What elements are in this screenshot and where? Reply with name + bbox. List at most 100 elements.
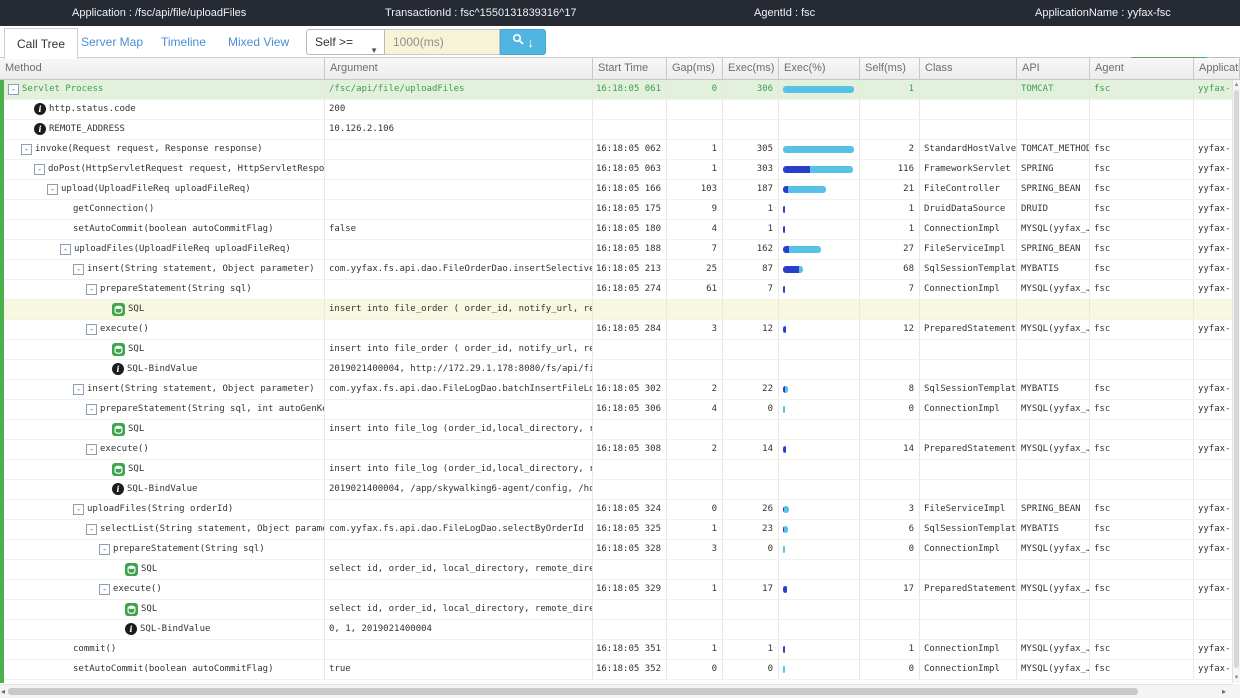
cell-argument: 0, 1, 2019021400004 xyxy=(325,620,593,639)
focused-path-indicator xyxy=(0,80,4,683)
filter-operator-select[interactable]: Self >= ▼ xyxy=(306,29,385,55)
filter-threshold-input[interactable] xyxy=(385,29,500,55)
cell-self xyxy=(860,300,920,319)
table-row[interactable]: getConnection()16:18:05 175911DruidDataS… xyxy=(0,200,1232,220)
table-row[interactable]: ihttp.status.code200 xyxy=(0,100,1232,120)
cell-argument: false xyxy=(325,220,593,239)
scroll-down-arrow[interactable]: ▼ xyxy=(1233,674,1240,682)
cell-exec-percent xyxy=(779,340,860,359)
horizontal-scrollbar[interactable]: ◂ ▸ xyxy=(0,684,1232,698)
table-row[interactable]: SQLinsert into file_order ( order_id, no… xyxy=(0,300,1232,320)
collapse-toggle[interactable]: - xyxy=(73,384,84,395)
table-row[interactable]: iSQL-BindValue0, 1, 2019021400004 xyxy=(0,620,1232,640)
collapse-toggle[interactable]: - xyxy=(21,144,32,155)
table-row[interactable]: iSQL-BindValue2019021400004, http://172.… xyxy=(0,360,1232,380)
indent-spacer xyxy=(99,370,112,371)
tab-server-map[interactable]: Server Map xyxy=(81,26,143,58)
table-row[interactable]: -prepareStatement(String sql, int autoGe… xyxy=(0,400,1232,420)
table-row[interactable]: -upload(UploadFileReq uploadFileReq)16:1… xyxy=(0,180,1232,200)
cell-class: ConnectionImpl xyxy=(920,640,1017,659)
sql-icon xyxy=(125,603,138,616)
table-row[interactable]: SQLselect id, order_id, local_directory,… xyxy=(0,600,1232,620)
vertical-scrollbar-thumb[interactable] xyxy=(1234,90,1239,668)
cell-method: -uploadFiles(UploadFileReq uploadFileReq… xyxy=(0,240,325,259)
collapse-toggle[interactable]: - xyxy=(73,504,84,515)
table-row[interactable]: SQLinsert into file_order ( order_id, no… xyxy=(0,340,1232,360)
exec-percent-bar xyxy=(783,246,821,253)
table-row[interactable]: setAutoCommit(boolean autoCommitFlag)tru… xyxy=(0,660,1232,680)
exec-percent-bar xyxy=(783,546,785,553)
cell-start-time: 16:18:05 166 xyxy=(593,180,667,199)
table-row[interactable]: -insert(String statement, Object paramet… xyxy=(0,380,1232,400)
scroll-left-arrow[interactable]: ◂ xyxy=(1,687,5,697)
table-row[interactable]: -insert(String statement, Object paramet… xyxy=(0,260,1232,280)
table-row[interactable]: -prepareStatement(String sql)16:18:05 27… xyxy=(0,280,1232,300)
col-header-self: Self(ms) xyxy=(860,58,920,79)
table-row[interactable]: -selectList(String statement, Object par… xyxy=(0,520,1232,540)
method-label: prepareStatement(String sql) xyxy=(113,544,265,554)
collapse-toggle[interactable]: - xyxy=(47,184,58,195)
table-row[interactable]: -uploadFiles(String orderId)16:18:05 324… xyxy=(0,500,1232,520)
cell-agent: fsc xyxy=(1090,380,1194,399)
cell-class xyxy=(920,100,1017,119)
tab-timeline[interactable]: Timeline xyxy=(161,26,206,58)
cell-class xyxy=(920,360,1017,379)
cell-start-time: 16:18:05 308 xyxy=(593,440,667,459)
table-row[interactable]: -prepareStatement(String sql)16:18:05 32… xyxy=(0,540,1232,560)
table-row[interactable]: iREMOTE_ADDRESS10.126.2.106 xyxy=(0,120,1232,140)
horizontal-scrollbar-thumb[interactable] xyxy=(8,688,1138,695)
table-row[interactable]: -uploadFiles(UploadFileReq uploadFileReq… xyxy=(0,240,1232,260)
collapse-toggle[interactable]: - xyxy=(34,164,45,175)
table-row[interactable]: -execute()16:18:05 32911717PreparedState… xyxy=(0,580,1232,600)
cell-gap xyxy=(667,300,723,319)
cell-exec: 12 xyxy=(723,320,779,339)
table-row[interactable]: -Servlet Process/fsc/api/file/uploadFile… xyxy=(0,80,1232,100)
cell-exec-percent xyxy=(779,640,860,659)
tab-call-tree[interactable]: Call Tree xyxy=(4,28,78,59)
cell-argument: 10.126.2.106 xyxy=(325,120,593,139)
cell-start-time: 16:18:05 324 xyxy=(593,500,667,519)
exec-percent-bar xyxy=(783,406,785,413)
table-row[interactable]: commit()16:18:05 351111ConnectionImplMYS… xyxy=(0,640,1232,660)
cell-method: -prepareStatement(String sql) xyxy=(0,280,325,299)
collapse-toggle[interactable]: - xyxy=(60,244,71,255)
self-time-bar xyxy=(783,286,785,293)
method-label: doPost(HttpServletRequest request, HttpS… xyxy=(48,164,325,174)
cell-argument xyxy=(325,500,593,519)
cell-exec-percent xyxy=(779,500,860,519)
cell-self xyxy=(860,420,920,439)
vertical-scrollbar[interactable]: ▲ ▼ xyxy=(1232,80,1240,683)
arrow-down-icon: ↓ xyxy=(527,36,534,49)
collapse-toggle[interactable]: - xyxy=(86,444,97,455)
collapse-toggle[interactable]: - xyxy=(86,284,97,295)
cell-start-time: 16:18:05 325 xyxy=(593,520,667,539)
table-row[interactable]: -doPost(HttpServletRequest request, Http… xyxy=(0,160,1232,180)
cell-gap: 1 xyxy=(667,160,723,179)
table-row[interactable]: SQLselect id, order_id, local_directory,… xyxy=(0,560,1232,580)
cell-start-time xyxy=(593,420,667,439)
scroll-up-arrow[interactable]: ▲ xyxy=(1233,81,1240,89)
sql-icon xyxy=(112,303,125,316)
method-label: SQL xyxy=(128,304,144,314)
cell-argument: 2019021400004, http://172.29.1.178:8080/… xyxy=(325,360,593,379)
table-row[interactable]: -invoke(Request request, Response respon… xyxy=(0,140,1232,160)
table-row[interactable]: iSQL-BindValue2019021400004, /app/skywal… xyxy=(0,480,1232,500)
collapse-toggle[interactable]: - xyxy=(86,524,97,535)
cell-exec xyxy=(723,460,779,479)
scroll-right-arrow[interactable]: ▸ xyxy=(1222,687,1226,697)
table-row[interactable]: SQLinsert into file_log (order_id,local_… xyxy=(0,420,1232,440)
collapse-toggle[interactable]: - xyxy=(8,84,19,95)
table-row[interactable]: setAutoCommit(boolean autoCommitFlag)fal… xyxy=(0,220,1232,240)
cell-method: -selectList(String statement, Object par… xyxy=(0,520,325,539)
tab-mixed-view[interactable]: Mixed View xyxy=(228,26,289,58)
search-button[interactable]: ↓ xyxy=(500,29,546,55)
table-row[interactable]: -execute()16:18:05 30821414PreparedState… xyxy=(0,440,1232,460)
collapse-toggle[interactable]: - xyxy=(86,324,97,335)
call-tree-header: MethodArgumentStart TimeGap(ms)Exec(ms)E… xyxy=(0,58,1240,80)
collapse-toggle[interactable]: - xyxy=(99,544,110,555)
collapse-toggle[interactable]: - xyxy=(86,404,97,415)
collapse-toggle[interactable]: - xyxy=(99,584,110,595)
table-row[interactable]: -execute()16:18:05 28431212PreparedState… xyxy=(0,320,1232,340)
table-row[interactable]: SQLinsert into file_log (order_id,local_… xyxy=(0,460,1232,480)
collapse-toggle[interactable]: - xyxy=(73,264,84,275)
